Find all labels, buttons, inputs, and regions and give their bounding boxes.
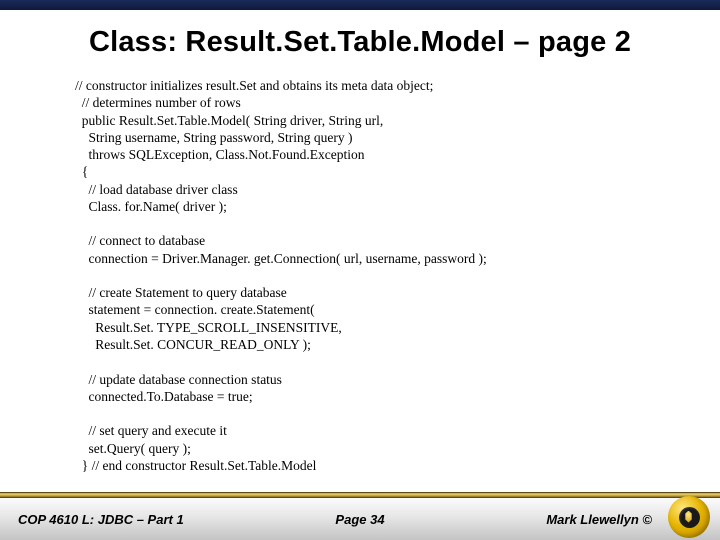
footer-page-number: Page 34: [335, 512, 384, 527]
code-content: // constructor initializes result.Set an…: [0, 77, 720, 474]
footer: COP 4610 L: JDBC – Part 1 Page 34 Mark L…: [0, 498, 720, 540]
logo-inner-pegasus: [679, 507, 700, 528]
footer-container: COP 4610 L: JDBC – Part 1 Page 34 Mark L…: [0, 492, 720, 540]
footer-author: Mark Llewellyn ©: [335, 512, 702, 527]
ucf-logo: [668, 496, 710, 538]
top-accent-bar: [0, 0, 720, 10]
logo-outer-ring: [668, 496, 710, 538]
slide-title: Class: Result.Set.Table.Model – page 2: [0, 26, 720, 59]
footer-course: COP 4610 L: JDBC – Part 1: [18, 512, 335, 527]
